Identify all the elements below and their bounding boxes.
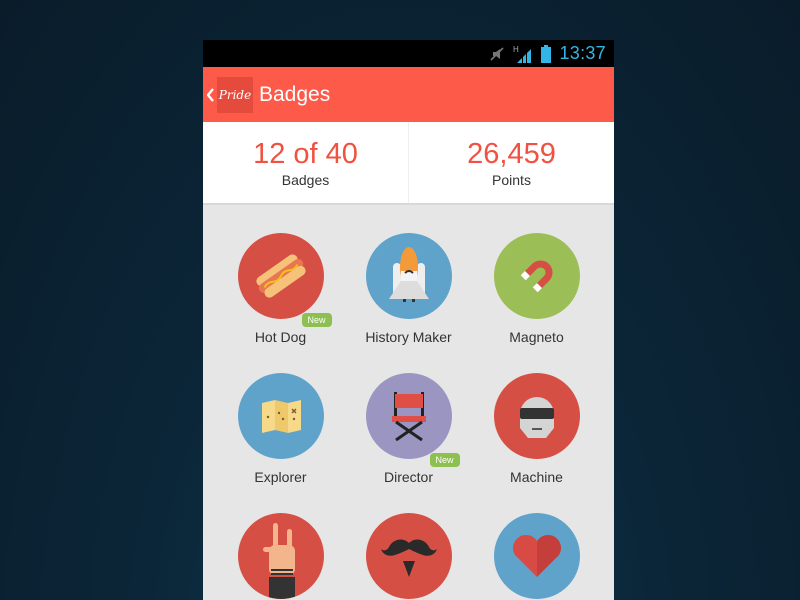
badge-director[interactable]: New Director: [345, 373, 473, 486]
battery-icon: [541, 44, 552, 63]
badge-magneto[interactable]: Magneto: [473, 233, 601, 346]
director-chair-icon: [365, 373, 452, 459]
badge-machine[interactable]: Machine: [473, 373, 601, 486]
status-bar: H 13:37: [203, 40, 614, 67]
space-shuttle-icon: [365, 233, 452, 319]
signal-h-icon: H: [513, 45, 533, 63]
badge-history-maker[interactable]: History Maker: [345, 233, 473, 346]
badge-explorer[interactable]: Explorer: [217, 373, 345, 486]
badge-grid: New Hot Dog History Maker Magneto Explor…: [203, 205, 614, 599]
clock: 13:37: [559, 43, 606, 63]
badge-label: Magneto: [509, 329, 564, 345]
stats-panel: 12 of 40 Badges 26,459 Points: [203, 122, 614, 205]
svg-text:H: H: [513, 45, 519, 54]
stat-label: Points: [492, 171, 531, 188]
treasure-map-icon: [237, 373, 324, 459]
badge-label: Hot Dog: [254, 329, 307, 345]
stat-value: 26,459: [467, 137, 556, 170]
app-bar: Pride Badges: [203, 67, 614, 122]
new-tag: New: [301, 313, 332, 327]
stat-label: Badges: [281, 171, 330, 188]
robot-helmet-icon: [493, 373, 580, 459]
page-title: Badges: [259, 82, 331, 106]
app-logo[interactable]: Pride: [217, 76, 253, 113]
stat-badges: 12 of 40 Badges: [203, 122, 408, 203]
stat-value: 12 of 40: [253, 137, 358, 170]
badge-mustache[interactable]: [345, 513, 473, 599]
new-tag: New: [429, 453, 460, 467]
badge-label: History Maker: [365, 329, 452, 345]
badge-label: Director: [383, 469, 433, 485]
heart-icon: [493, 513, 580, 599]
chevron-left-icon[interactable]: [203, 87, 217, 102]
badge-hot-dog[interactable]: New Hot Dog: [217, 233, 345, 346]
phone-screen: H 13:37 Pride Badges 12 of 40 Badges 26,…: [203, 40, 614, 600]
stat-points: 26,459 Points: [408, 122, 614, 203]
mustache-icon: [365, 513, 452, 599]
badge-heart[interactable]: [473, 513, 601, 599]
magnet-icon: [493, 233, 580, 319]
badge-label: Explorer: [254, 469, 307, 485]
badge-rock-hand[interactable]: [217, 513, 345, 599]
badge-label: Machine: [510, 469, 563, 485]
hot-dog-icon: [237, 233, 324, 319]
rock-hand-icon: [237, 513, 324, 599]
mute-icon: [489, 46, 505, 62]
